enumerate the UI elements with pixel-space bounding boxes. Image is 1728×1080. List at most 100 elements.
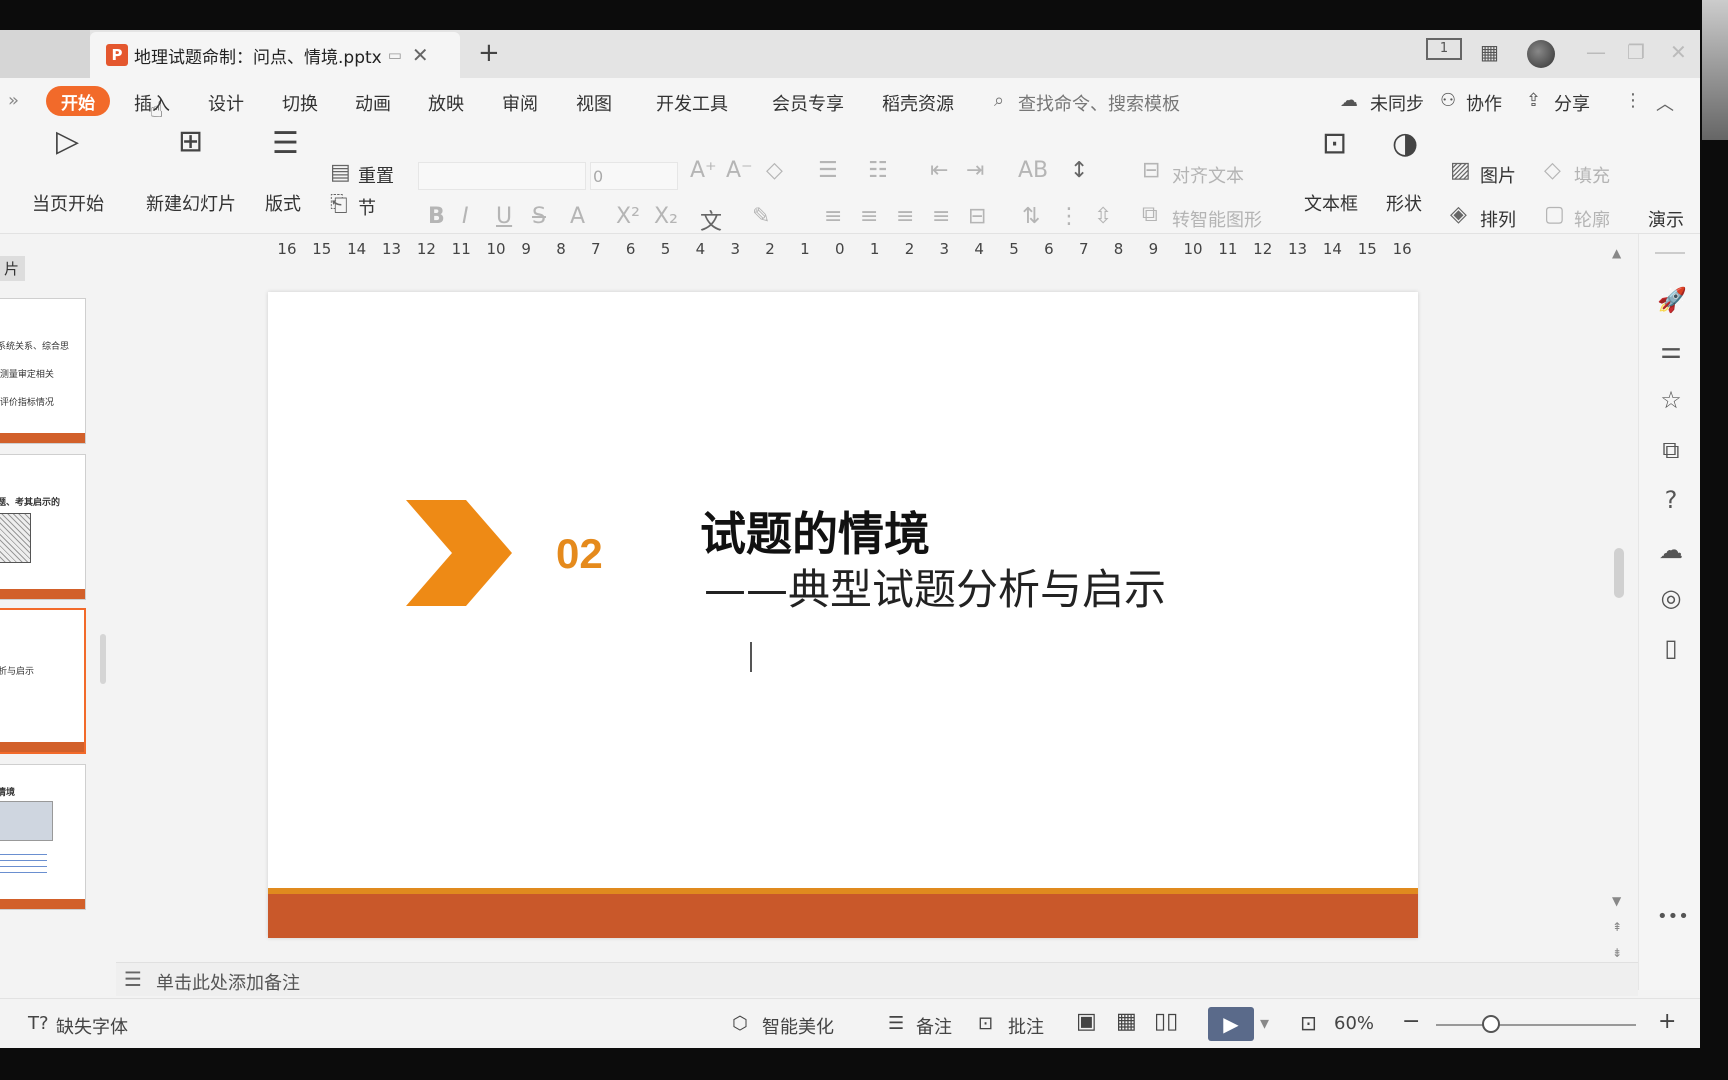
column-icon[interactable]: ⋮ [1058,204,1080,229]
shape-button[interactable]: 形状 [1386,190,1422,216]
slide-vertical-scrollbar[interactable]: ▲ ▼ ⇞ ⇟ [1612,234,1626,970]
layout-icon[interactable]: ☰ [272,126,299,161]
notes-bar[interactable]: ☰ 单击此处添加备注 [116,962,1638,996]
highlight-icon[interactable]: ✎ [752,204,770,229]
restore-icon[interactable]: ❐ [1627,40,1645,64]
new-slide-icon[interactable]: ⊞ [178,124,203,159]
smart-beautify-button[interactable]: 智能美化 [762,1013,834,1039]
book-search-icon[interactable]: ▯ [1657,634,1685,662]
fill-button[interactable]: 填充 [1574,162,1610,188]
align-right-icon[interactable]: ≡ [896,204,914,229]
tab-home[interactable] [0,30,90,78]
increase-indent-icon[interactable]: ⇥ [966,158,984,183]
subscript-icon[interactable]: X₂ [654,204,678,229]
slide-switch-icon[interactable]: ⧉ [1657,436,1685,464]
shape-icon[interactable]: ◑ [1392,126,1418,161]
command-search-input[interactable]: 查找命令、搜索模板 [1018,90,1180,116]
fit-window-icon[interactable]: ⊡ [1300,1011,1317,1035]
notes-placeholder[interactable]: 单击此处添加备注 [156,969,300,995]
next-slide-icon[interactable]: ⇟ [1612,946,1622,960]
bold-icon[interactable]: B [428,204,445,229]
menu-slideshow[interactable]: 放映 [428,90,464,116]
reading-view-icon[interactable]: ▯▯ [1154,1009,1178,1034]
collaborate-button[interactable]: 协作 [1466,90,1502,116]
zoom-slider-knob[interactable] [1482,1015,1500,1033]
paragraph-spacing-icon[interactable]: ⇅ [1022,204,1040,229]
monitor-icon[interactable]: ▭ [388,46,402,64]
clear-format-icon[interactable]: ◇ [766,158,783,183]
font-size-select[interactable]: 0 [590,162,678,190]
rocket-icon[interactable]: 🚀 [1657,286,1687,314]
italic-icon[interactable]: I [462,204,469,229]
font-color-icon[interactable]: A [570,204,585,229]
notes-toggle-button[interactable]: 备注 [916,1013,952,1039]
share-button[interactable]: 分享 [1554,90,1590,116]
play-dropdown-icon[interactable]: ▾ [1260,1013,1269,1034]
sync-status[interactable]: 未同步 [1370,90,1424,116]
text-direction-icon[interactable]: AB [1018,158,1048,183]
cloud-icon[interactable]: ☁ [1657,536,1685,564]
outline-button[interactable]: 轮廓 [1574,206,1610,232]
align-text-button[interactable]: 对齐文本 [1172,162,1244,188]
more-options-icon[interactable]: ••• [1657,906,1689,927]
spacing-icon[interactable]: ⇳ [1094,204,1112,229]
menu-design[interactable]: 设计 [208,90,244,116]
decrease-font-icon[interactable]: A⁻ [726,158,753,183]
superscript-icon[interactable]: X² [616,204,640,229]
scroll-up-icon[interactable]: ▲ [1612,246,1621,260]
normal-view-icon[interactable]: ▣ [1076,1009,1097,1034]
menu-animation[interactable]: 动画 [355,90,391,116]
phonetic-guide-icon[interactable]: 文 [700,204,722,236]
textbox-icon[interactable]: ⊡ [1322,126,1347,161]
close-tab-icon[interactable]: ✕ [412,43,429,67]
play-circle-icon[interactable]: ▷ [56,124,79,159]
zoom-slider-track[interactable] [1436,1024,1636,1026]
zoom-out-icon[interactable]: − [1402,1009,1420,1034]
slideshow-play-button[interactable]: ▶ [1208,1007,1254,1041]
zoom-level[interactable]: 60% [1334,1013,1374,1034]
bullet-list-icon[interactable]: ☰ [818,158,838,183]
reset-button[interactable]: 重置 [358,162,394,188]
menu-transitions[interactable]: 切换 [282,90,318,116]
slide-thumbnail-2[interactable]: 题、考其启示的 [0,454,86,600]
textbox-button[interactable]: 文本框 [1304,190,1358,216]
picture-button[interactable]: 图片 [1480,162,1516,188]
font-name-select[interactable] [418,162,586,190]
feature-icon[interactable]: ◎ [1657,584,1685,612]
new-slide-button[interactable]: 新建幻灯片 [146,190,236,216]
collapse-chevron-icon[interactable]: » [8,90,19,111]
align-left-icon[interactable]: ≡ [824,204,842,229]
menu-start[interactable]: 开始 [46,86,110,116]
play-from-current-button[interactable]: 当页开始 [32,190,104,216]
slide-title[interactable]: 试题的情境 [700,498,930,564]
distribute-icon[interactable]: ⊟ [968,204,986,229]
menu-view[interactable]: 视图 [576,90,612,116]
grid-view-icon[interactable]: ▦ [1116,1009,1137,1034]
line-spacing-icon[interactable]: ↕ [1070,158,1088,183]
layout-switch-icon[interactable]: 1 [1426,38,1462,60]
menu-docer[interactable]: 稻壳资源 [882,90,954,116]
layout-button[interactable]: 版式 [265,190,301,216]
apps-grid-icon[interactable]: ▦ [1480,40,1499,64]
scroll-down-icon[interactable]: ▼ [1612,894,1621,908]
missing-font-button[interactable]: 缺失字体 [56,1013,128,1039]
slide-canvas[interactable]: 02 试题的情境 ——典型试题分析与启示 [268,292,1418,938]
slide-subtitle[interactable]: ——典型试题分析与启示 [704,556,1166,617]
align-center-icon[interactable]: ≡ [860,204,878,229]
slide-thumbnail-1[interactable]: 系统关系、综合思 ·测量审定相关 ·评价指标情况 [0,298,86,444]
presentation-tools-button[interactable]: 演示 [1648,206,1684,232]
adjust-icon[interactable]: ⚌ [1657,336,1685,364]
strikethrough-icon[interactable]: S [532,204,546,229]
section-button[interactable]: 节 [358,194,376,220]
thumbnail-panel-tab[interactable]: 片 [0,256,26,281]
numbered-list-icon[interactable]: ☷ [868,158,888,183]
scroll-thumb[interactable] [1614,548,1624,598]
decrease-indent-icon[interactable]: ⇤ [930,158,948,183]
menu-review[interactable]: 审阅 [502,90,538,116]
zoom-in-icon[interactable]: + [1658,1009,1676,1034]
prev-slide-icon[interactable]: ⇞ [1612,920,1622,934]
arrange-button[interactable]: 排列 [1480,206,1516,232]
increase-font-icon[interactable]: A⁺ [690,158,717,183]
document-tab[interactable]: P 地理试题命制：问点、情境.pptx ▭ ✕ [90,32,460,78]
convert-smartart-button[interactable]: 转智能图形 [1172,206,1262,232]
